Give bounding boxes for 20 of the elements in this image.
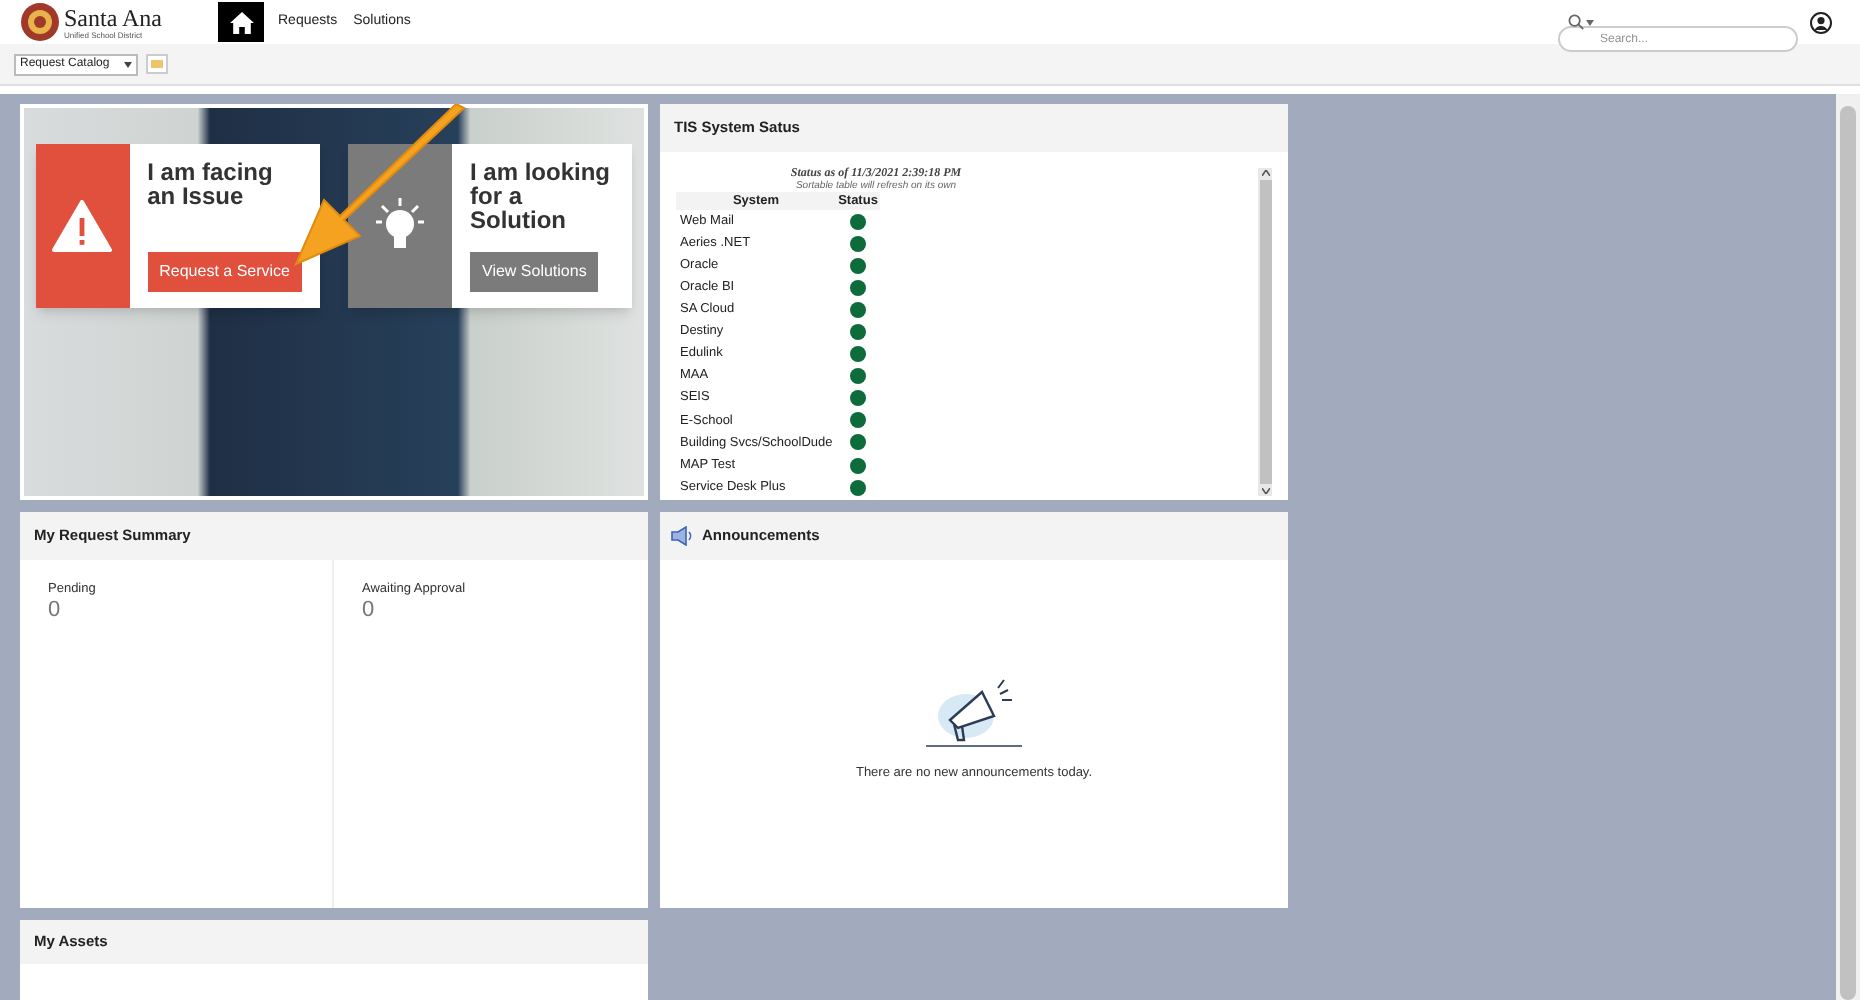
view-solutions-button[interactable]: View Solutions (470, 252, 599, 292)
stat-value: 0 (48, 599, 63, 622)
page-scrollbar[interactable] (1836, 94, 1860, 1000)
folder-icon[interactable] (146, 54, 168, 74)
scroll-down-icon (1261, 488, 1269, 494)
caret-icon (124, 61, 132, 67)
megaphone-icon (670, 526, 694, 546)
logo-title: Santa Ana (64, 5, 164, 29)
search-icon (1568, 14, 1584, 30)
scroll-up-icon (1261, 170, 1269, 176)
home-tab[interactable] (218, 2, 264, 42)
card-title: I am looking for a Solution (470, 160, 613, 232)
user-avatar-icon[interactable] (1810, 11, 1832, 33)
warning-icon (52, 200, 113, 252)
home-icon (229, 11, 253, 33)
stat-value: 0 (362, 599, 377, 622)
request-service-button[interactable]: Request a Service (147, 252, 302, 292)
school-seal-icon (20, 2, 60, 42)
card-title: I am facing an Issue (147, 160, 275, 208)
scrollbar[interactable] (1258, 168, 1272, 496)
